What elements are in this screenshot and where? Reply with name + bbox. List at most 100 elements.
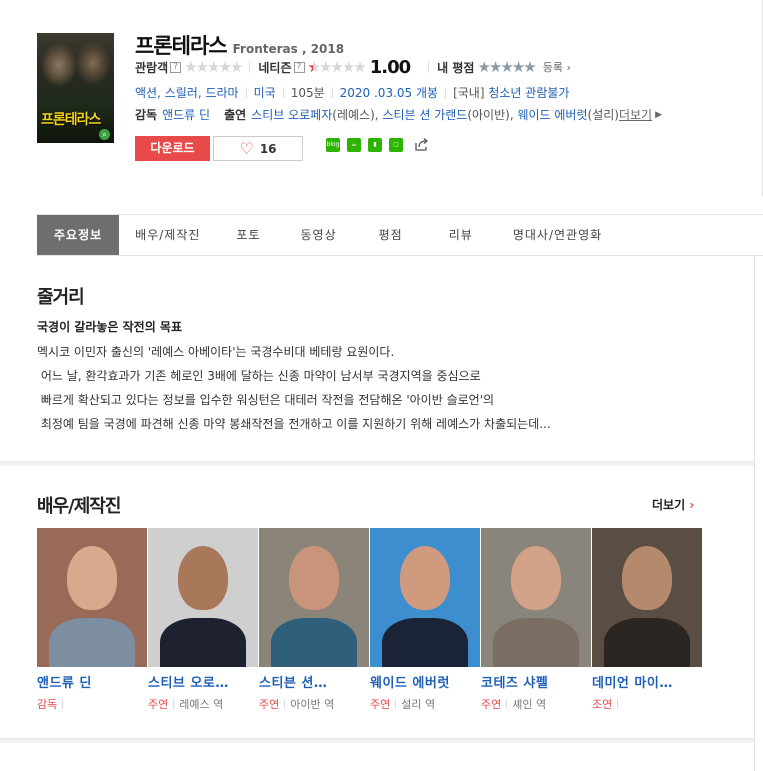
- like-count: 16: [259, 141, 277, 156]
- release-date-link[interactable]: 2020 .03.05 개봉: [340, 84, 438, 101]
- tab-quotes-related[interactable]: 명대사/연관영화: [497, 215, 618, 255]
- grade-prefix: [국내]: [453, 86, 485, 100]
- cast-photo[interactable]: [259, 528, 369, 667]
- photo-head: [622, 546, 672, 610]
- cast-character: 아이반 역: [290, 698, 335, 711]
- cast-role: 주연: [148, 698, 169, 711]
- netizen-stars: ★★★★★★★★★★: [307, 58, 367, 76]
- cast-photo[interactable]: [481, 528, 591, 667]
- triangle-right-icon: ▶: [655, 109, 663, 120]
- cast-role-line: 감독: [37, 696, 148, 712]
- grade-link[interactable]: 청소년 관람불가: [488, 84, 569, 101]
- my-rating-stars[interactable]: ★★★★★: [477, 59, 536, 75]
- cast-card[interactable]: 웨이드 에버럿 주연 설리 역: [370, 528, 481, 712]
- movie-title: 프론테라스: [135, 34, 228, 58]
- download-button[interactable]: 다운로드: [135, 136, 210, 161]
- cast-card[interactable]: 스티브 오로… 주연 레예스 역: [148, 528, 259, 712]
- cast-role-line: 주연 설리 역: [370, 696, 481, 712]
- cast-name[interactable]: 앤드류 딘: [37, 672, 142, 691]
- content-border: [754, 256, 755, 771]
- like-button[interactable]: ♡ 16: [213, 136, 303, 161]
- tab-photo[interactable]: 포토: [216, 215, 280, 255]
- blog-share-icon[interactable]: blog: [326, 137, 340, 152]
- help-icon[interactable]: ?: [293, 61, 305, 73]
- divider: [62, 699, 64, 709]
- cast-more-label: 더보기: [652, 498, 686, 512]
- divider: [395, 699, 397, 709]
- tab-cast-crew[interactable]: 배우/제작진: [119, 215, 216, 255]
- credits-more-link[interactable]: 더보기: [619, 106, 652, 123]
- share-icon[interactable]: [414, 137, 429, 152]
- cast-role-line: 주연 아이반 역: [259, 696, 370, 712]
- cast-more-link[interactable]: 더보기 ›: [652, 496, 694, 513]
- cast-link-3[interactable]: 웨이드 에버럿: [517, 106, 587, 123]
- cast-name[interactable]: 코테즈 샤펠: [481, 672, 586, 691]
- movie-original-title: Fronteras , 2018: [232, 42, 345, 56]
- movie-poster[interactable]: 프론테라스 ⌕: [37, 33, 114, 143]
- cast-photo[interactable]: [148, 528, 258, 667]
- cast-photo[interactable]: [370, 528, 480, 667]
- divider: [445, 87, 447, 98]
- genre-links[interactable]: 액션, 스릴러, 드라마: [135, 84, 239, 101]
- cast-role-3: (설리): [587, 108, 619, 122]
- cast-link-1[interactable]: 스티브 오로페자: [251, 106, 332, 123]
- poster-title: 프론테라스: [41, 112, 101, 128]
- register-rating-link[interactable]: 등록 ›: [543, 59, 571, 75]
- cast-name[interactable]: 웨이드 에버럿: [370, 672, 475, 691]
- director-label: 감독: [135, 108, 158, 122]
- tab-main-info[interactable]: 주요정보: [37, 215, 120, 255]
- main-tabs: 주요정보 배우/제작진 포토 동영상 평점 리뷰 명대사/연관영화: [37, 214, 763, 256]
- movie-info-row: 액션, 스릴러, 드라마 미국 105분 2020 .03.05 개봉 [국내]…: [135, 84, 569, 101]
- cafe-share-icon[interactable]: ☕: [347, 137, 361, 152]
- divider: [173, 699, 175, 709]
- photo-head: [178, 546, 228, 610]
- cast-role-line: 주연 셰인 역: [481, 696, 592, 712]
- cast-character: 셰인 역: [512, 698, 547, 711]
- help-icon[interactable]: ?: [170, 61, 182, 73]
- netizen-rating-label: 네티즌: [258, 60, 292, 75]
- memo-share-icon[interactable]: ▢: [389, 137, 403, 152]
- cast-card[interactable]: 데미언 마이… 조연: [592, 528, 703, 712]
- action-buttons: 다운로드 ♡ 16: [135, 136, 303, 161]
- cast-label: 출연: [224, 108, 247, 122]
- divider: [331, 87, 333, 98]
- synopsis-body: 멕시코 이민자 출신의 '레예스 아베이타'는 국경수비대 베테랑 요원이다. …: [37, 340, 737, 436]
- cast-character: 설리 역: [401, 698, 436, 711]
- divider: [428, 61, 430, 73]
- cast-card[interactable]: 코테즈 샤펠 주연 셰인 역: [481, 528, 592, 712]
- cast-role: 감독: [37, 698, 58, 711]
- cast-role-2: (아이반): [467, 108, 510, 122]
- divider: [617, 699, 619, 709]
- cast-card[interactable]: 앤드류 딘 감독: [37, 528, 148, 712]
- cast-role: 주연: [370, 698, 391, 711]
- chevron-right-icon: ›: [689, 498, 695, 512]
- tab-video[interactable]: 동영상: [281, 215, 357, 255]
- cast-link-2[interactable]: 스티븐 션 가랜드: [382, 106, 467, 123]
- divider: [284, 699, 286, 709]
- zoom-icon[interactable]: ⌕: [99, 129, 110, 140]
- cast-photo[interactable]: [592, 528, 702, 667]
- photo-body: [604, 618, 690, 667]
- synopsis-line: 빠르게 확산되고 있다는 정보를 입수한 워싱턴은 대테러 작전을 전담해온 '…: [37, 393, 495, 407]
- synopsis-line: 멕시코 이민자 출신의 '레예스 아베이타'는 국경수비대 베테랑 요원이다.: [37, 345, 395, 359]
- my-rating-label: 내 평점: [437, 60, 475, 75]
- director-link[interactable]: 앤드류 딘: [162, 106, 210, 123]
- cast-photo[interactable]: [37, 528, 147, 667]
- cast-card[interactable]: 스티븐 션… 주연 아이반 역: [259, 528, 370, 712]
- photo-body: [160, 618, 246, 667]
- cast-name[interactable]: 스티븐 션…: [259, 672, 364, 691]
- poster-image: [37, 33, 114, 103]
- tab-review[interactable]: 리뷰: [425, 215, 497, 255]
- section-divider: [0, 461, 754, 466]
- cast-role: 주연: [259, 698, 280, 711]
- bookmark-share-icon[interactable]: ▮: [368, 137, 382, 152]
- cast-name[interactable]: 데미언 마이…: [592, 672, 697, 691]
- synopsis-heading: 줄거리: [37, 287, 85, 308]
- cast-name[interactable]: 스티브 오로…: [148, 672, 253, 691]
- country-link[interactable]: 미국: [254, 84, 276, 101]
- section-divider: [0, 738, 754, 743]
- photo-body: [271, 618, 357, 667]
- cast-role: 조연: [592, 698, 613, 711]
- tab-rating[interactable]: 평점: [357, 215, 425, 255]
- divider: [506, 699, 508, 709]
